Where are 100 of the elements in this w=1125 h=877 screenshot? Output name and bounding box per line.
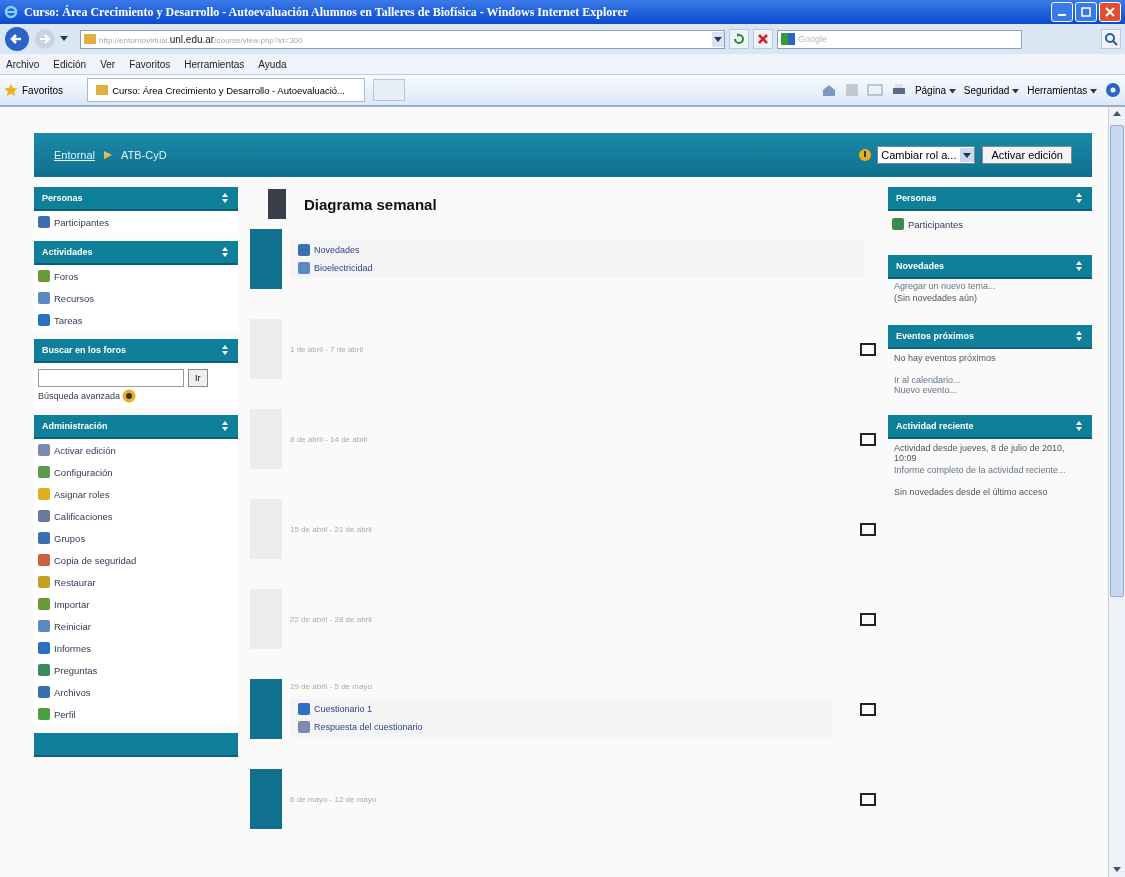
caret-icon	[1090, 88, 1097, 94]
block-link[interactable]: Restaurar	[54, 576, 96, 588]
collapse-icon[interactable]	[222, 193, 228, 203]
scroll-thumb[interactable]	[1110, 125, 1124, 597]
command-menu[interactable]: Página	[914, 84, 956, 96]
print-icon[interactable]	[890, 83, 907, 97]
module-icon	[38, 708, 50, 720]
advanced-search-link[interactable]: Búsqueda avanzada	[38, 391, 121, 401]
stop-button[interactable]	[753, 29, 773, 49]
collapse-icon[interactable]	[1076, 193, 1082, 203]
close-button[interactable]	[1099, 2, 1121, 22]
collapse-icon[interactable]	[1076, 421, 1082, 431]
search-button[interactable]	[1101, 29, 1121, 49]
address-field[interactable]: http://entornovirtual.unl.edu.ar/course/view.php?id=300	[80, 29, 725, 49]
block-link[interactable]: Perfil	[54, 708, 76, 720]
module-icon	[38, 686, 50, 698]
module-icon	[38, 292, 50, 304]
block-title: Eventos próximos	[896, 331, 975, 341]
breadcrumb-current: ATB-CyD	[121, 149, 167, 161]
scroll-down-icon[interactable]	[1113, 867, 1121, 873]
menu-item[interactable]: Edición	[53, 58, 87, 70]
collapse-icon[interactable]	[1076, 331, 1082, 341]
minimize-button[interactable]	[1051, 2, 1073, 22]
activity-link[interactable]: Cuestionario 1	[314, 703, 373, 714]
block-link[interactable]: Archivos	[54, 686, 91, 698]
stop-icon	[756, 32, 770, 46]
activity-link[interactable]: Bioelectricidad	[314, 263, 373, 273]
block-text: Sin novedades desde el último acceso	[893, 486, 1049, 499]
block-link[interactable]: Ir al calendario...	[888, 375, 1092, 385]
module-icon	[38, 314, 50, 326]
block-link[interactable]: Reiniciar	[54, 620, 91, 632]
vertical-scrollbar[interactable]	[1108, 107, 1125, 877]
collapse-icon[interactable]	[1076, 261, 1082, 271]
block-title: Personas	[42, 193, 83, 203]
block-link[interactable]: Recursos	[54, 292, 95, 304]
menu-item[interactable]: Archivo	[6, 58, 40, 70]
scroll-up-icon[interactable]	[1113, 111, 1121, 117]
maximize-button[interactable]	[1075, 2, 1097, 22]
block-link[interactable]: Configuración	[54, 466, 113, 478]
block-link[interactable]: Informes	[54, 642, 91, 654]
module-icon	[38, 642, 50, 654]
activity-link[interactable]: Novedades	[314, 245, 360, 255]
block-title: Personas	[896, 193, 937, 203]
block-link[interactable]: Grupos	[54, 532, 86, 544]
refresh-button[interactable]	[729, 29, 749, 49]
block-link[interactable]: Activar edición	[54, 444, 116, 456]
back-button[interactable]	[4, 26, 30, 52]
block-link[interactable]: Asignar roles	[54, 488, 110, 500]
menu-item[interactable]: Ayuda	[258, 58, 287, 70]
menu-item[interactable]: Herramientas	[184, 58, 245, 70]
block-title: Administración	[42, 421, 108, 431]
block-link[interactable]: Nuevo evento...	[888, 385, 1092, 395]
search-box[interactable]: Google	[777, 29, 1022, 49]
block-link[interactable]: Participantes	[54, 216, 109, 228]
module-icon	[38, 576, 50, 588]
block-link[interactable]: Copia de seguridad	[54, 554, 137, 566]
show-only-week-icon[interactable]	[860, 702, 876, 716]
block-link[interactable]: Informe completo de la actividad reciente...	[888, 465, 1092, 475]
caret-icon[interactable]	[60, 36, 68, 42]
caret-icon	[960, 148, 975, 162]
role-select[interactable]: Cambiar rol a...	[877, 146, 976, 164]
breadcrumb-arrow-icon	[103, 150, 113, 160]
show-only-week-icon[interactable]	[860, 522, 876, 536]
block-title: Actividad reciente	[896, 421, 974, 431]
block-link[interactable]: Foros	[54, 270, 79, 282]
show-only-week-icon[interactable]	[860, 792, 876, 806]
command-menu[interactable]: Herramientas	[1027, 84, 1097, 96]
go-button[interactable]: Ir	[188, 369, 208, 387]
block-link[interactable]: Calificaciones	[54, 510, 113, 522]
show-only-week-icon[interactable]	[860, 432, 876, 446]
week-date: 8 de abril - 14 de abril	[290, 434, 369, 444]
block-title: Buscar en los foros	[42, 345, 127, 355]
command-menu[interactable]: Seguridad	[963, 84, 1020, 96]
show-only-week-icon[interactable]	[860, 342, 876, 356]
favorites-button[interactable]: Favoritos	[4, 83, 64, 97]
activity-icon	[298, 262, 310, 274]
site-icon	[84, 34, 96, 44]
block-link[interactable]: Importar	[54, 598, 90, 610]
people-icon	[892, 218, 904, 230]
menu-item[interactable]: Favoritos	[129, 58, 171, 70]
block-text: Actividad desde jueves, 8 de julio de 2010, 10:09	[893, 442, 1066, 465]
forum-search-field[interactable]	[38, 369, 184, 387]
menu-item[interactable]: Ver	[100, 58, 116, 70]
block-link[interactable]: Tareas	[54, 314, 83, 326]
activity-icon	[298, 702, 310, 715]
block-text: (Sin novedades aún)	[893, 292, 979, 305]
collapse-icon[interactable]	[222, 421, 228, 431]
caret-icon[interactable]	[712, 31, 724, 47]
block-link[interactable]: Participantes	[908, 218, 963, 230]
browser-tab[interactable]: Curso: Área Crecimiento y Desarrollo - Autoevaluació...	[87, 78, 366, 102]
block-link[interactable]: Preguntas	[54, 664, 98, 676]
breadcrumb-link[interactable]: Entornal	[54, 149, 95, 161]
collapse-icon[interactable]	[222, 345, 228, 355]
course-heading: Diagrama semanal	[304, 195, 437, 213]
edit-mode-button[interactable]: Activar edición	[982, 146, 1072, 164]
collapse-icon[interactable]	[222, 247, 228, 257]
home-icon[interactable]	[820, 83, 837, 97]
activity-link[interactable]: Respuesta del cuestionario	[314, 721, 423, 732]
show-only-week-icon[interactable]	[860, 612, 876, 626]
block-link[interactable]: Agregar un nuevo tema...	[888, 281, 1092, 291]
